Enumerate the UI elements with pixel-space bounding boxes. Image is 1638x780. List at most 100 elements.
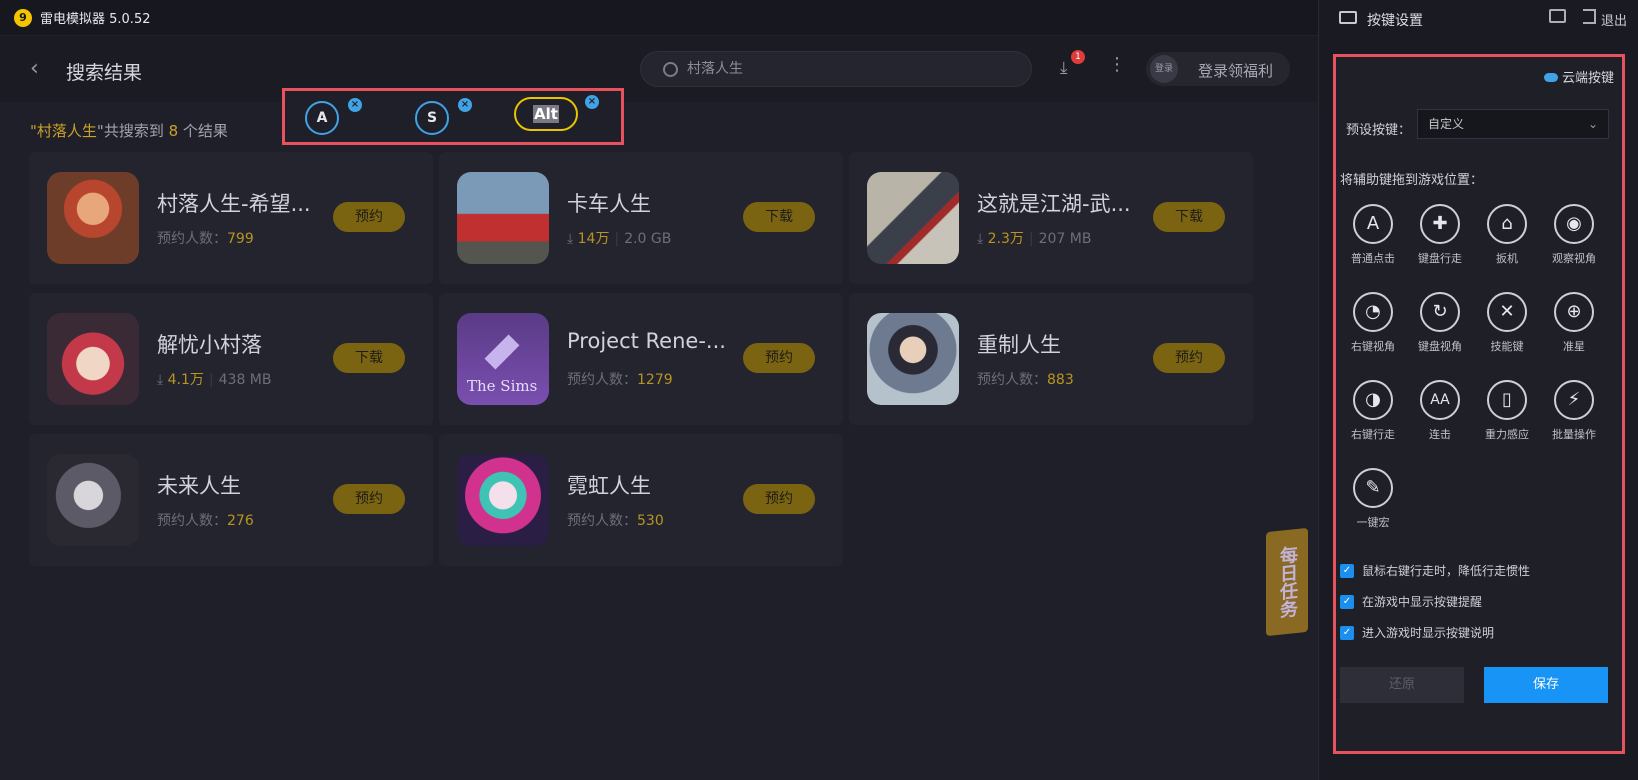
app-logo-icon: 9 (14, 8, 32, 27)
result-card[interactable]: 解忧小村落 ⤓ 4.1万 | 438 MB 下载 (29, 293, 433, 425)
folder-icon[interactable] (1549, 9, 1566, 23)
game-meta: ⤓ 14万 | 2.0 GB (567, 231, 672, 247)
meta-size: 2.0 GB (624, 231, 672, 247)
summary-count: 8 (168, 122, 179, 140)
tool-skill-key[interactable]: ✕ 技能键 (1477, 292, 1537, 372)
key-s[interactable]: S (415, 101, 449, 135)
login-button[interactable]: 登录 登录领福利 (1146, 52, 1290, 86)
tool-observe-view[interactable]: ◉ 观察视角 (1544, 204, 1604, 284)
tool-keyboard-walk[interactable]: ✚ 键盘行走 (1410, 204, 1470, 284)
tool-right-click-view[interactable]: ◔ 右键视角 (1343, 292, 1403, 372)
save-button[interactable]: 保存 (1484, 667, 1608, 703)
drag-hint: 将辅助键拖到游戏位置： (1340, 173, 1484, 188)
meta-value: 1279 (637, 372, 673, 388)
search-header: ‹ 搜索结果 ⤓ 1 ⋮ 登录 登录领福利 (0, 36, 1318, 102)
checkbox[interactable]: ✓ (1340, 625, 1354, 640)
meta-value: 14万 (577, 231, 610, 247)
result-card[interactable]: The Sims Project Rene-... 预约人数：1279 预约 (439, 293, 843, 425)
check-show-key-guide[interactable]: ✓ 进入游戏时显示按键说明 (1340, 624, 1494, 641)
chevron-down-icon: ⌄ (1587, 117, 1598, 131)
key-a[interactable]: A (305, 101, 339, 135)
game-meta: 预约人数：530 (567, 510, 664, 530)
tool-batch-operation[interactable]: ⚡ 批量操作 (1544, 380, 1604, 460)
result-card[interactable]: 重制人生 预约人数：883 预约 (849, 293, 1253, 425)
tool-crosshair[interactable]: ⊕ 准星 (1544, 292, 1604, 372)
panel-title: 按键设置 (1367, 13, 1423, 29)
meta-value: 530 (637, 513, 664, 529)
game-thumbnail (47, 172, 139, 264)
download-count-icon: ⤓ (157, 372, 168, 388)
reserve-button[interactable]: 预约 (743, 484, 815, 514)
game-meta: 预约人数：1279 (567, 369, 673, 389)
exit-button[interactable]: 退出 (1601, 10, 1627, 29)
game-title: 未来人生 (157, 474, 241, 498)
tool-label: 重力感应 (1485, 428, 1529, 441)
panel-header: 按键设置 退出 (1319, 0, 1638, 38)
download-count-icon: ⤓ (567, 231, 578, 247)
game-meta: ⤓ 4.1万 | 438 MB (157, 372, 272, 388)
check-reduce-inertia[interactable]: ✓ 鼠标右键行走时，降低行走惯性 (1340, 562, 1530, 579)
thumbnail-text: The Sims (467, 377, 538, 395)
checkbox[interactable]: ✓ (1340, 563, 1354, 578)
tool-trigger[interactable]: ⌂ 扳机 (1477, 204, 1537, 284)
game-thumbnail (457, 172, 549, 264)
download-button[interactable]: 下载 (333, 343, 405, 373)
page-title: 搜索结果 (66, 62, 143, 84)
reserve-button[interactable]: 预约 (743, 343, 815, 373)
tool-label: 技能键 (1490, 340, 1524, 353)
tool-label: 键盘行走 (1418, 252, 1462, 265)
tool-label: 批量操作 (1552, 428, 1596, 441)
result-card[interactable]: 这就是江湖-武... ⤓ 2.3万 | 207 MB 下载 (849, 152, 1253, 284)
remove-key-s-icon[interactable]: × (458, 98, 472, 112)
reserve-button[interactable]: 预约 (333, 202, 405, 232)
more-icon[interactable]: ⋮ (1108, 54, 1126, 75)
game-title: Project Rene-... (567, 329, 726, 353)
daily-task-button[interactable]: 每日任务 (1266, 527, 1308, 637)
tool-label: 键盘视角 (1418, 340, 1462, 353)
tool-combo[interactable]: AA 连击 (1410, 380, 1470, 460)
download-button[interactable]: 下载 (743, 202, 815, 232)
remove-key-alt-icon[interactable]: × (585, 95, 599, 109)
remove-key-a-icon[interactable]: × (348, 98, 362, 112)
result-card[interactable]: 未来人生 预约人数：276 预约 (29, 434, 433, 566)
plumbob-icon (484, 334, 520, 370)
panel-body: 云端按键 预设按键： 自定义 ⌄ 将辅助键拖到游戏位置： A 普通点击 ✚ 键盘行走 … (1333, 54, 1625, 754)
key-alt[interactable]: Alt (514, 97, 578, 131)
key-mapping-overlay: A × S × Alt × (282, 88, 624, 145)
search-box[interactable] (640, 51, 1032, 87)
game-thumbnail (457, 454, 549, 546)
check-show-key-hints[interactable]: ✓ 在游戏中显示按键提醒 (1340, 593, 1482, 610)
meta-value: 276 (227, 513, 254, 529)
back-icon[interactable]: ‹ (30, 56, 50, 81)
tool-label: 一键宏 (1356, 516, 1390, 529)
tool-gravity-sensor[interactable]: ▯ 重力感应 (1477, 380, 1537, 460)
game-title: 霓虹人生 (567, 474, 651, 498)
search-input[interactable] (687, 60, 987, 76)
check-label: 鼠标右键行走时，降低行走惯性 (1362, 564, 1531, 578)
game-meta: 预约人数：883 (977, 369, 1074, 389)
checkbox[interactable]: ✓ (1340, 594, 1354, 609)
phone-tilt-icon: ▯ (1487, 380, 1527, 420)
tool-label: 扳机 (1496, 252, 1518, 265)
preset-select[interactable]: 自定义 ⌄ (1417, 109, 1609, 139)
cloud-keys-label: 云端按键 (1561, 71, 1614, 86)
exit-icon[interactable] (1583, 9, 1596, 24)
result-card[interactable]: 霓虹人生 预约人数：530 预约 (439, 434, 843, 566)
cloud-keys-button[interactable]: 云端按键 (1543, 67, 1614, 86)
summary-query: 村落人生 (36, 122, 97, 140)
reserve-button[interactable]: 预约 (333, 484, 405, 514)
restore-button[interactable]: 还原 (1340, 667, 1464, 703)
download-button[interactable]: 下载 (1153, 202, 1225, 232)
tool-right-click-walk[interactable]: ◑ 右键行走 (1343, 380, 1403, 460)
game-title: 解忧小村落 (157, 333, 262, 357)
eye-icon: ◉ (1554, 204, 1594, 244)
summary-suffix: 个结果 (178, 122, 228, 140)
tool-macro[interactable]: ✎ 一键宏 (1343, 468, 1403, 548)
result-card[interactable]: 村落人生-希望... 预约人数：799 预约 (29, 152, 433, 284)
tool-normal-click[interactable]: A 普通点击 (1343, 204, 1403, 284)
tool-label: 普通点击 (1351, 252, 1395, 265)
result-card[interactable]: 卡车人生 ⤓ 14万 | 2.0 GB 下载 (439, 152, 843, 284)
reserve-button[interactable]: 预约 (1153, 343, 1225, 373)
preset-value: 自定义 (1428, 117, 1465, 131)
tool-keyboard-view[interactable]: ↻ 键盘视角 (1410, 292, 1470, 372)
